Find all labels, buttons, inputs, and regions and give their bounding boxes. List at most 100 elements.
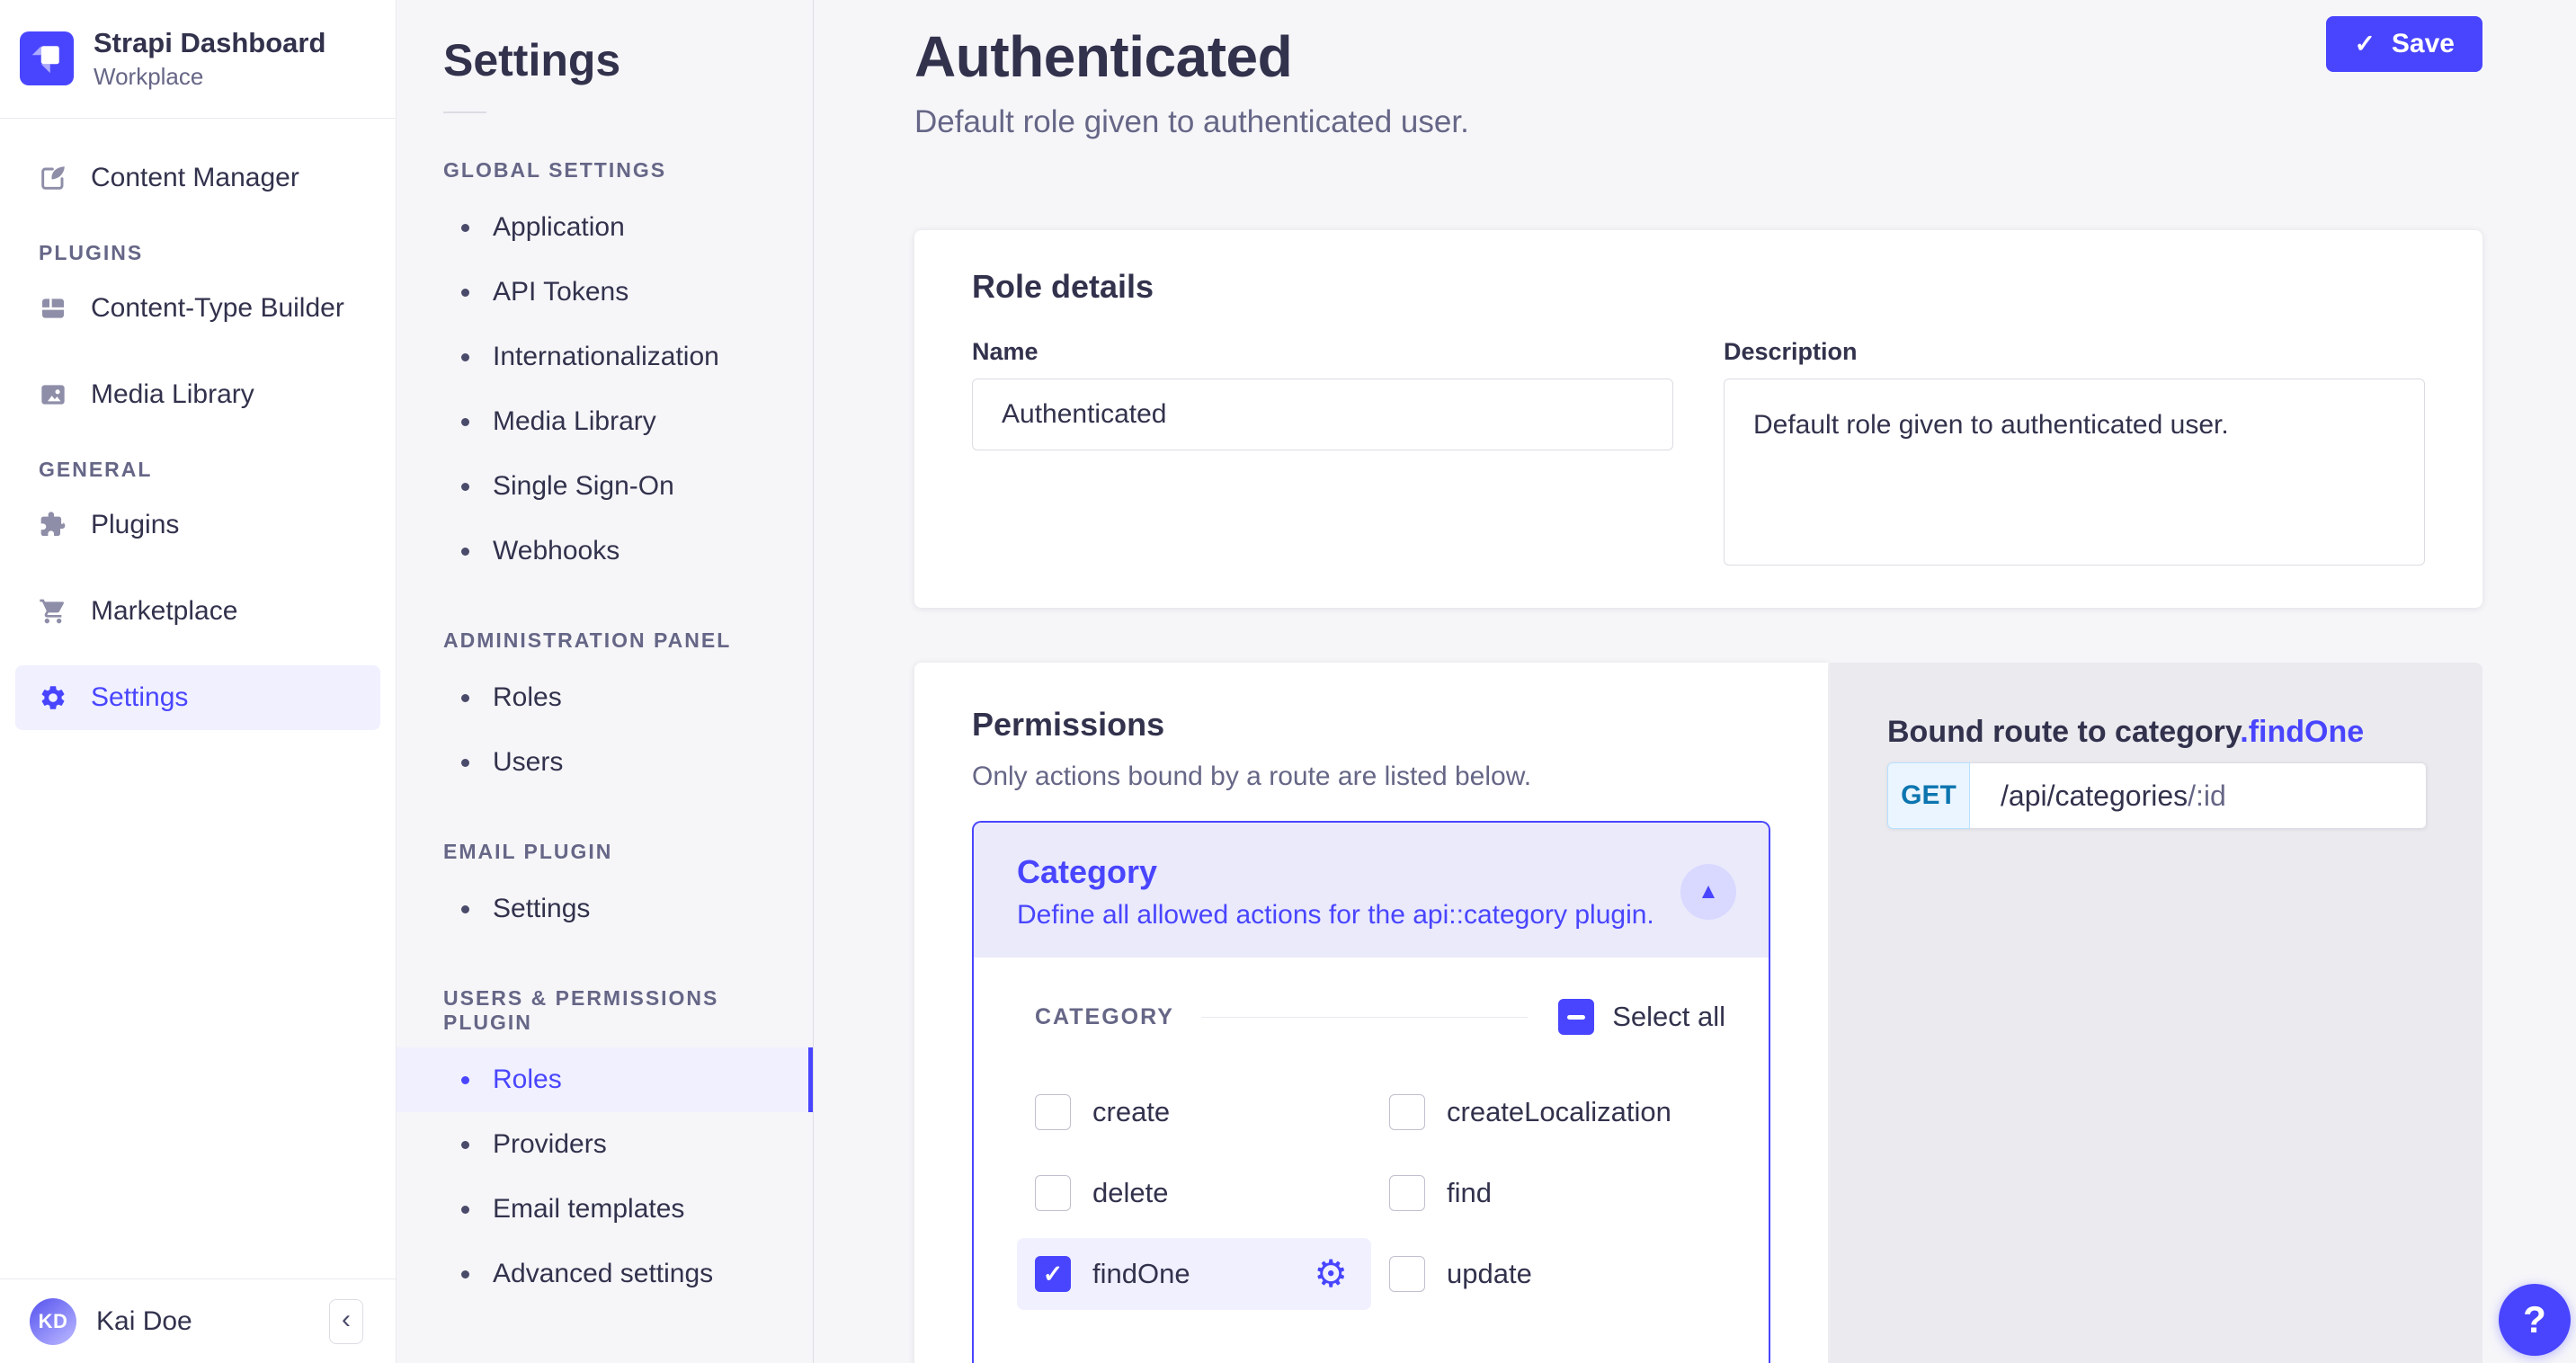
subnav-item-label: Application — [493, 212, 625, 243]
strapi-logo-icon — [20, 31, 74, 85]
subnav-item-email-settings[interactable]: Settings — [397, 877, 813, 941]
subnav-item-admin-users[interactable]: Users — [397, 730, 813, 795]
accordion-title: Category — [1017, 853, 1654, 891]
check-icon: ✓ — [2354, 31, 2375, 57]
subnav-item-up-advanced-settings[interactable]: Advanced settings — [397, 1242, 813, 1306]
bound-route-title-prefix: Bound route to category — [1887, 715, 2240, 749]
category-accordion-body: CATEGORY Select all create — [974, 958, 1769, 1310]
subnav-item-label: Users — [493, 747, 563, 778]
subnav-item-application[interactable]: Application — [397, 195, 813, 260]
sidebar-item-marketplace[interactable]: Marketplace — [15, 579, 380, 644]
delete-checkbox[interactable] — [1035, 1175, 1071, 1211]
subnav-item-media-library[interactable]: Media Library — [397, 389, 813, 454]
subnav-item-up-providers[interactable]: Providers — [397, 1112, 813, 1177]
sidebar-item-content-type-builder[interactable]: Content-Type Builder — [15, 276, 380, 341]
page-subtitle: Default role given to authenticated user… — [914, 104, 2482, 140]
save-button[interactable]: ✓ Save — [2326, 16, 2482, 72]
category-accordion-titles: Category Define all allowed actions for … — [1017, 853, 1654, 931]
permissions-section: Permissions Only actions bound by a rout… — [914, 663, 2482, 1363]
name-label: Name — [972, 338, 1673, 366]
help-button[interactable]: ? — [2499, 1284, 2571, 1356]
bound-route-title: Bound route to category.findOne — [1887, 715, 2482, 750]
subnav-item-label: API Tokens — [493, 277, 628, 307]
accordion-description: Define all allowed actions for the api::… — [1017, 900, 1654, 931]
role-details-heading: Role details — [972, 268, 2425, 306]
subnav-item-single-sign-on[interactable]: Single Sign-On — [397, 454, 813, 519]
findOne-checkbox[interactable] — [1035, 1256, 1071, 1292]
shopping-cart-icon — [39, 597, 67, 626]
subnav-item-up-email-templates[interactable]: Email templates — [397, 1177, 813, 1242]
subnav-item-webhooks[interactable]: Webhooks — [397, 519, 813, 584]
subnav-section-users-permissions-plugin: USERS & PERMISSIONS PLUGIN — [443, 986, 813, 1035]
subnav-item-label: Roles — [493, 682, 562, 713]
subnav-item-label: Email templates — [493, 1194, 684, 1225]
sidebar-item-content-manager[interactable]: Content Manager — [15, 146, 380, 210]
accordion-collapse-button[interactable]: ▲ — [1680, 864, 1736, 920]
role-details-fields: Name Description Default role given to a… — [972, 338, 2425, 566]
main-sidebar: Strapi Dashboard Workplace Content Manag… — [0, 0, 397, 1363]
action-row-delete[interactable]: delete — [1017, 1157, 1371, 1229]
subnav-item-label: Internationalization — [493, 342, 719, 372]
category-group-label: CATEGORY — [1017, 1004, 1174, 1030]
subnav-item-label: Media Library — [493, 406, 656, 437]
user-name[interactable]: Kai Doe — [96, 1306, 192, 1337]
settings-subnav: Settings GLOBAL SETTINGS Application API… — [397, 0, 814, 1363]
name-input[interactable] — [972, 379, 1673, 450]
app-root: Strapi Dashboard Workplace Content Manag… — [0, 0, 2576, 1363]
main-content: Authenticated Default role given to auth… — [814, 0, 2576, 1363]
sidebar-item-label: Media Library — [91, 379, 254, 410]
workspace-subtitle: Workplace — [94, 63, 325, 91]
nav-section-plugins: PLUGINS — [39, 241, 357, 265]
nav-section-general: GENERAL — [39, 458, 357, 482]
action-row-createLocalization[interactable]: createLocalization — [1371, 1076, 1725, 1148]
sidebar-item-label: Settings — [91, 682, 188, 713]
image-icon — [39, 380, 67, 409]
save-button-label: Save — [2392, 29, 2455, 59]
sidebar-item-label: Content Manager — [91, 163, 299, 193]
subnav-item-label: Settings — [493, 894, 590, 924]
route-path: /api/categories/:id — [1970, 762, 2427, 829]
action-label: create — [1092, 1096, 1170, 1128]
create-checkbox[interactable] — [1035, 1094, 1071, 1130]
role-details-card: Role details Name Description Default ro… — [914, 230, 2482, 608]
category-accordion-header[interactable]: Category Define all allowed actions for … — [974, 823, 1769, 958]
sidebar-item-label: Content-Type Builder — [91, 293, 344, 324]
http-method-badge: GET — [1887, 762, 1970, 829]
subnav-item-label: Webhooks — [493, 536, 619, 566]
sidebar-item-media-library[interactable]: Media Library — [15, 362, 380, 427]
description-textarea[interactable]: Default role given to authenticated user… — [1724, 379, 2425, 566]
subnav-section-global-settings: GLOBAL SETTINGS — [443, 158, 813, 183]
category-group-row: CATEGORY Select all — [1017, 999, 1725, 1035]
action-row-create[interactable]: create — [1017, 1076, 1371, 1148]
select-all-checkbox[interactable] — [1558, 999, 1594, 1035]
bound-route-panel: Bound route to category.findOne GET /api… — [1830, 663, 2482, 1363]
subnav-divider — [443, 111, 486, 113]
findOne-settings-gear-icon[interactable]: ⚙ — [1314, 1255, 1353, 1293]
workspace-brand[interactable]: Strapi Dashboard Workplace — [0, 0, 396, 119]
collapse-sidebar-button[interactable]: ‹ — [329, 1299, 363, 1344]
update-checkbox[interactable] — [1389, 1256, 1425, 1292]
sidebar-footer: KD Kai Doe ‹ — [0, 1278, 396, 1363]
subnav-item-label: Roles — [493, 1065, 562, 1095]
subnav-section-email-plugin: EMAIL PLUGIN — [443, 840, 813, 864]
sidebar-item-label: Plugins — [91, 510, 179, 540]
permissions-note: Only actions bound by a route are listed… — [972, 762, 1770, 792]
puzzle-icon — [39, 511, 67, 539]
sidebar-item-settings[interactable]: Settings — [15, 665, 380, 730]
createLocalization-checkbox[interactable] — [1389, 1094, 1425, 1130]
subnav-item-internationalization[interactable]: Internationalization — [397, 325, 813, 389]
find-checkbox[interactable] — [1389, 1175, 1425, 1211]
action-row-update[interactable]: update — [1371, 1238, 1725, 1310]
avatar[interactable]: KD — [30, 1298, 76, 1345]
subnav-item-api-tokens[interactable]: API Tokens — [397, 260, 813, 325]
action-row-findOne[interactable]: findOne ⚙ — [1017, 1238, 1371, 1310]
chevron-up-icon: ▲ — [1698, 879, 1719, 904]
main-nav-list: Content Manager PLUGINS Content-Type Bui… — [0, 119, 396, 730]
layout-grid-icon — [39, 294, 67, 323]
subnav-item-up-roles[interactable]: Roles — [397, 1047, 813, 1112]
subnav-item-admin-roles[interactable]: Roles — [397, 665, 813, 730]
subnav-section-administration-panel: ADMINISTRATION PANEL — [443, 628, 813, 653]
select-all-control[interactable]: Select all — [1558, 999, 1725, 1035]
action-row-find[interactable]: find — [1371, 1157, 1725, 1229]
sidebar-item-plugins[interactable]: Plugins — [15, 493, 380, 557]
